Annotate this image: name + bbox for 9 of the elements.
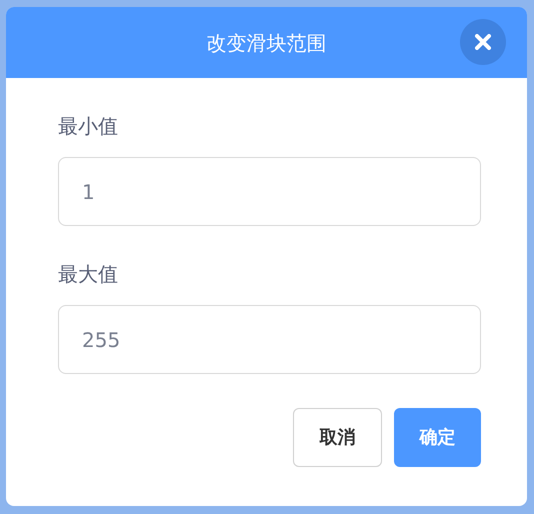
- confirm-button[interactable]: 确定: [394, 408, 481, 467]
- field-label: 最小值: [58, 113, 118, 140]
- cancel-button[interactable]: 取消: [293, 408, 382, 467]
- close-icon: [475, 34, 491, 50]
- field-label: 最大值: [58, 261, 118, 288]
- number-input[interactable]: 255: [58, 305, 481, 374]
- dialog-title: 改变滑块范围: [206, 30, 326, 56]
- close-button[interactable]: [460, 19, 506, 65]
- number-input[interactable]: 1: [58, 157, 481, 226]
